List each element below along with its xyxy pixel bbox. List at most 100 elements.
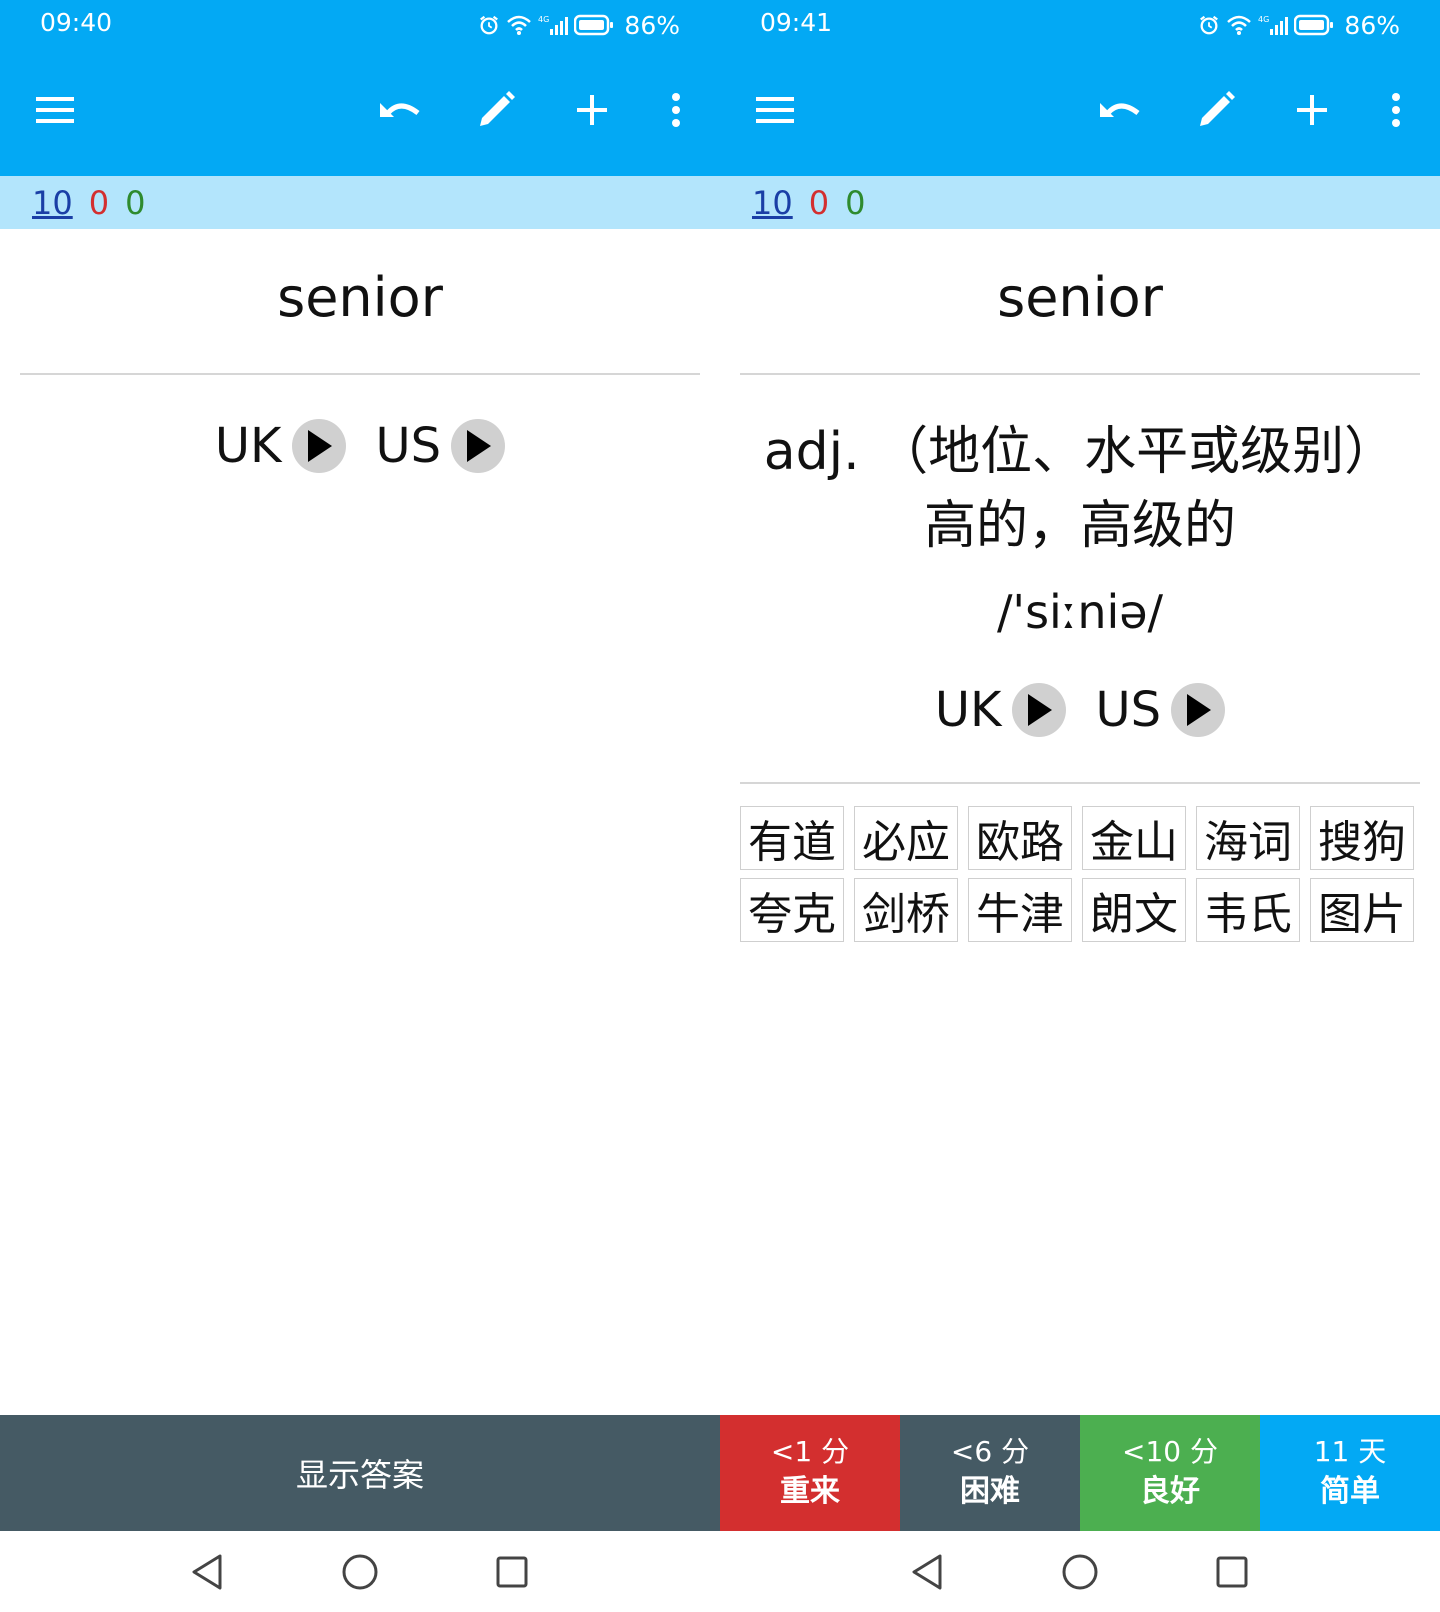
app-bar: 09:41 4G 86%: [720, 0, 1440, 176]
app-bar: 09:40 4G 86%: [0, 0, 720, 176]
nav-recent-button[interactable]: [489, 1549, 535, 1595]
dict-eudic-button[interactable]: 欧路: [968, 806, 1072, 870]
recent-apps-icon: [496, 1556, 528, 1588]
us-label: US: [1095, 682, 1162, 738]
svg-text:4G: 4G: [538, 15, 549, 24]
add-button[interactable]: [1284, 82, 1340, 138]
learning-count: 0: [808, 183, 830, 222]
card-phonetic: /'siːniə/: [996, 585, 1164, 639]
undo-button[interactable]: [372, 82, 428, 138]
dict-quark-button[interactable]: 夸克: [740, 878, 844, 942]
ease-easy-button[interactable]: 11 天 简单: [1260, 1415, 1440, 1531]
undo-button[interactable]: [1092, 82, 1148, 138]
play-us-button[interactable]: [451, 419, 506, 473]
undo-icon: [380, 103, 420, 117]
new-count: 10: [32, 183, 73, 222]
more-options-button[interactable]: [648, 82, 704, 138]
edit-icon: [1200, 91, 1235, 126]
system-nav-bar: [720, 1531, 1440, 1612]
nav-recent-button[interactable]: [1209, 1549, 1255, 1595]
nav-home-button[interactable]: [1057, 1549, 1103, 1595]
wifi-icon: [1227, 15, 1252, 35]
dict-cambridge-button[interactable]: 剑桥: [854, 878, 958, 942]
play-us-button[interactable]: [1171, 683, 1226, 737]
ease-label: 良好: [1140, 1474, 1200, 1509]
due-counts-bar: 10 0 0: [720, 176, 1440, 229]
menu-button[interactable]: [28, 82, 84, 138]
review-count: 0: [845, 183, 866, 222]
back-icon: [912, 1554, 942, 1590]
dict-longman-button[interactable]: 朗文: [1082, 878, 1186, 942]
pronunciation-row: UK US: [740, 682, 1420, 738]
ease-interval: <10 分: [1122, 1435, 1218, 1468]
pronunciation-row: UK US: [20, 418, 700, 474]
dict-oxford-button[interactable]: 牛津: [968, 878, 1072, 942]
add-icon: [1297, 95, 1327, 125]
screen-question: 09:40 4G 86% 10 0 0 senior UK US 显示答案: [0, 0, 720, 1612]
dict-dictcn-button[interactable]: 海词: [1196, 806, 1300, 870]
add-button[interactable]: [564, 82, 620, 138]
more-vert-icon: [672, 93, 680, 127]
dict-bing-button[interactable]: 必应: [854, 806, 958, 870]
add-icon: [577, 95, 607, 125]
menu-button[interactable]: [748, 82, 804, 138]
uk-label: UK: [214, 418, 282, 474]
review-count: 0: [125, 183, 146, 222]
ease-good-button[interactable]: <10 分 良好: [1080, 1415, 1260, 1531]
signal-4g-icon: 4G: [1258, 15, 1289, 35]
dictionary-links: 有道 必应 欧路 金山 海词 搜狗 夸克 剑桥 牛津 朗文 韦氏 图片: [740, 806, 1422, 942]
alarm-icon: [1200, 15, 1219, 35]
menu-icon: [756, 97, 794, 123]
edit-icon: [480, 91, 515, 126]
undo-icon: [1100, 103, 1140, 117]
back-icon: [192, 1554, 222, 1590]
status-time: 09:41: [760, 8, 833, 37]
meaning-line-1: adj. （地位、水平或级别）: [763, 422, 1397, 482]
ease-label: 困难: [960, 1474, 1020, 1509]
show-answer-button[interactable]: 显示答案: [0, 1415, 720, 1531]
play-icon: [307, 430, 332, 462]
battery-percent: 86%: [1344, 10, 1400, 40]
more-vert-icon: [1392, 93, 1400, 127]
ease-hard-button[interactable]: <6 分 困难: [900, 1415, 1080, 1531]
status-time: 09:40: [40, 8, 113, 37]
new-count: 10: [752, 183, 793, 222]
wifi-icon: [507, 15, 532, 35]
play-uk-button[interactable]: [291, 419, 346, 473]
battery-icon: [574, 14, 614, 36]
dict-iciba-button[interactable]: 金山: [1082, 806, 1186, 870]
ease-label: 重来: [780, 1474, 840, 1509]
battery-icon: [1294, 14, 1334, 36]
due-counts-bar: 10 0 0: [0, 176, 720, 229]
ease-interval: 11 天: [1313, 1435, 1387, 1468]
dict-sogou-button[interactable]: 搜狗: [1310, 806, 1414, 870]
ease-label: 简单: [1320, 1474, 1380, 1509]
battery-percent: 86%: [624, 10, 680, 40]
card-word: senior: [997, 266, 1163, 329]
ease-again-button[interactable]: <1 分 重来: [720, 1415, 900, 1531]
divider: [740, 373, 1420, 375]
svg-text:4G: 4G: [1258, 15, 1269, 24]
play-icon: [1027, 694, 1052, 726]
ease-buttons-bar: <1 分 重来 <6 分 困难 <10 分 良好 11 天 简单: [720, 1415, 1440, 1531]
nav-back-button[interactable]: [184, 1549, 230, 1595]
status-icons: 4G 86%: [478, 8, 680, 42]
home-icon: [1062, 1554, 1098, 1590]
card-word: senior: [277, 266, 443, 329]
nav-home-button[interactable]: [337, 1549, 383, 1595]
screen-answer: 09:41 4G 86% 10 0 0 senior adj. （地位、水平或级…: [720, 0, 1440, 1612]
nav-back-button[interactable]: [904, 1549, 950, 1595]
play-icon: [1187, 694, 1212, 726]
uk-label: UK: [934, 682, 1002, 738]
more-options-button[interactable]: [1368, 82, 1424, 138]
edit-button[interactable]: [468, 82, 524, 138]
signal-4g-icon: 4G: [538, 15, 569, 35]
meaning-line-2: 高的，高级的: [923, 496, 1236, 556]
recent-apps-icon: [1216, 1556, 1248, 1588]
divider: [740, 782, 1420, 784]
dict-youdao-button[interactable]: 有道: [740, 806, 844, 870]
dict-images-button[interactable]: 图片: [1310, 878, 1414, 942]
dict-webster-button[interactable]: 韦氏: [1196, 878, 1300, 942]
play-uk-button[interactable]: [1011, 683, 1066, 737]
edit-button[interactable]: [1188, 82, 1244, 138]
